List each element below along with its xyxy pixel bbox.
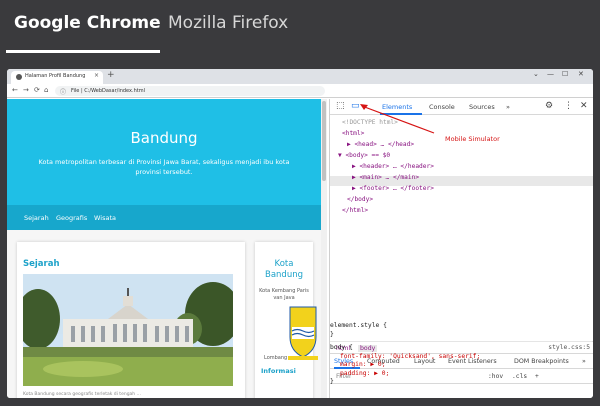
- close-window-button[interactable]: ✕: [578, 70, 584, 78]
- more-tabs-chevron[interactable]: »: [506, 103, 510, 111]
- card-sejarah: Sejarah Kota Bandung secara geografis te…: [17, 242, 245, 398]
- rule-prop[interactable]: padding: ▶ 0;: [330, 370, 592, 379]
- rule-close: }: [330, 330, 334, 338]
- nav-link-wisata[interactable]: Wisata: [94, 214, 116, 222]
- nav-link-sejarah[interactable]: Sejarah: [24, 214, 49, 222]
- rule-body: body { style.css:5 font-family: 'Quicksa…: [330, 341, 592, 387]
- gedung-sate-photo: [23, 274, 233, 386]
- dom-line[interactable]: ▼ <body> == $0: [338, 152, 390, 159]
- dom-line[interactable]: </html>: [342, 207, 368, 214]
- side-card-subtitle: Kota Kembang Paris van Java: [259, 288, 309, 301]
- rule-source-link[interactable]: style.css:5: [548, 344, 590, 353]
- tab-sources[interactable]: Sources: [469, 103, 495, 111]
- tab-search-icon[interactable]: ⌄: [533, 70, 539, 78]
- back-arrow-icon[interactable]: ←: [12, 86, 18, 94]
- rule-element-style[interactable]: element.style {: [330, 322, 592, 331]
- dom-line[interactable]: ▶ <footer> … </footer>: [352, 185, 434, 192]
- tab-mozilla-firefox[interactable]: Mozilla Firefox: [168, 13, 288, 33]
- rule-prop[interactable]: margin: ▶ 0;: [330, 361, 592, 370]
- dom-line[interactable]: </body>: [347, 196, 373, 203]
- tab-google-chrome[interactable]: Google Chrome: [14, 13, 161, 33]
- bandung-emblem-icon: [288, 306, 318, 360]
- rule-prop[interactable]: font-family: 'Quicksand', sans-serif;: [330, 353, 592, 362]
- dom-line[interactable]: ▶ <main> … </main>: [352, 174, 419, 181]
- url-text: File | C:/WebDasar/index.html: [71, 88, 145, 94]
- close-icon[interactable]: ✕: [580, 101, 588, 112]
- card-tail-text: Kota Bandung secara geografis terletak d…: [23, 392, 141, 397]
- globe-icon: [16, 74, 22, 80]
- outer-tab-bar: Google Chrome Mozilla Firefox: [0, 0, 600, 58]
- dom-line[interactable]: ▶ <head> … </head>: [347, 141, 414, 148]
- hero-banner: Bandung Kota metropolitan terbesar di Pr…: [7, 99, 321, 205]
- forward-arrow-icon[interactable]: →: [23, 86, 29, 94]
- side-card-heading: Kota Bandung: [265, 259, 303, 280]
- new-tab-button[interactable]: +: [107, 70, 115, 80]
- page-scrollbar[interactable]: [321, 99, 327, 398]
- emblem-caption: Lombang: [264, 355, 288, 361]
- rule-selector[interactable]: body {: [330, 344, 353, 351]
- maximize-button[interactable]: ☐: [562, 70, 568, 78]
- browser-tabstrip: Halaman Profil Bandung × + ⌄ — ☐ ✕: [7, 69, 593, 84]
- dom-line[interactable]: ▶ <header> … </header>: [352, 163, 434, 170]
- active-tab-underline: [6, 50, 160, 53]
- url-input[interactable]: ⓘ File | C:/WebDasar/index.html: [55, 86, 325, 96]
- reload-icon[interactable]: ⟳: [34, 86, 40, 94]
- mobile-simulator-annotation: Mobile Simulator: [445, 135, 500, 143]
- info-heading: Informasi: [261, 367, 296, 375]
- more-icon[interactable]: ⋮: [564, 101, 573, 112]
- minimize-button[interactable]: —: [547, 70, 554, 78]
- gear-icon[interactable]: ⚙: [545, 101, 553, 112]
- close-tab-icon[interactable]: ×: [94, 72, 99, 79]
- page-nav: Sejarah Geografis Wisata: [7, 205, 321, 230]
- hero-title: Bandung: [130, 129, 198, 147]
- annotation-arrow-icon: [360, 104, 435, 134]
- home-icon[interactable]: ⌂: [44, 86, 48, 94]
- address-bar: ← → ⟳ ⌂ ⓘ File | C:/WebDasar/index.html: [7, 84, 593, 98]
- card-heading: Sejarah: [23, 259, 60, 269]
- info-icon[interactable]: ⓘ: [60, 87, 66, 96]
- scrollbar-thumb[interactable]: [322, 101, 326, 181]
- style-rules: element.style { } body { style.css:5 fon…: [330, 322, 592, 398]
- nav-link-geografis[interactable]: Geografis: [56, 214, 87, 222]
- browser-tab[interactable]: Halaman Profil Bandung ×: [11, 71, 103, 84]
- browser-tab-title: Halaman Profil Bandung: [25, 73, 86, 79]
- page-viewport: Bandung Kota metropolitan terbesar di Pr…: [7, 99, 327, 398]
- rule-close: }: [330, 378, 334, 385]
- hero-subtitle: Kota metropolitan terbesar di Provinsi J…: [38, 158, 290, 176]
